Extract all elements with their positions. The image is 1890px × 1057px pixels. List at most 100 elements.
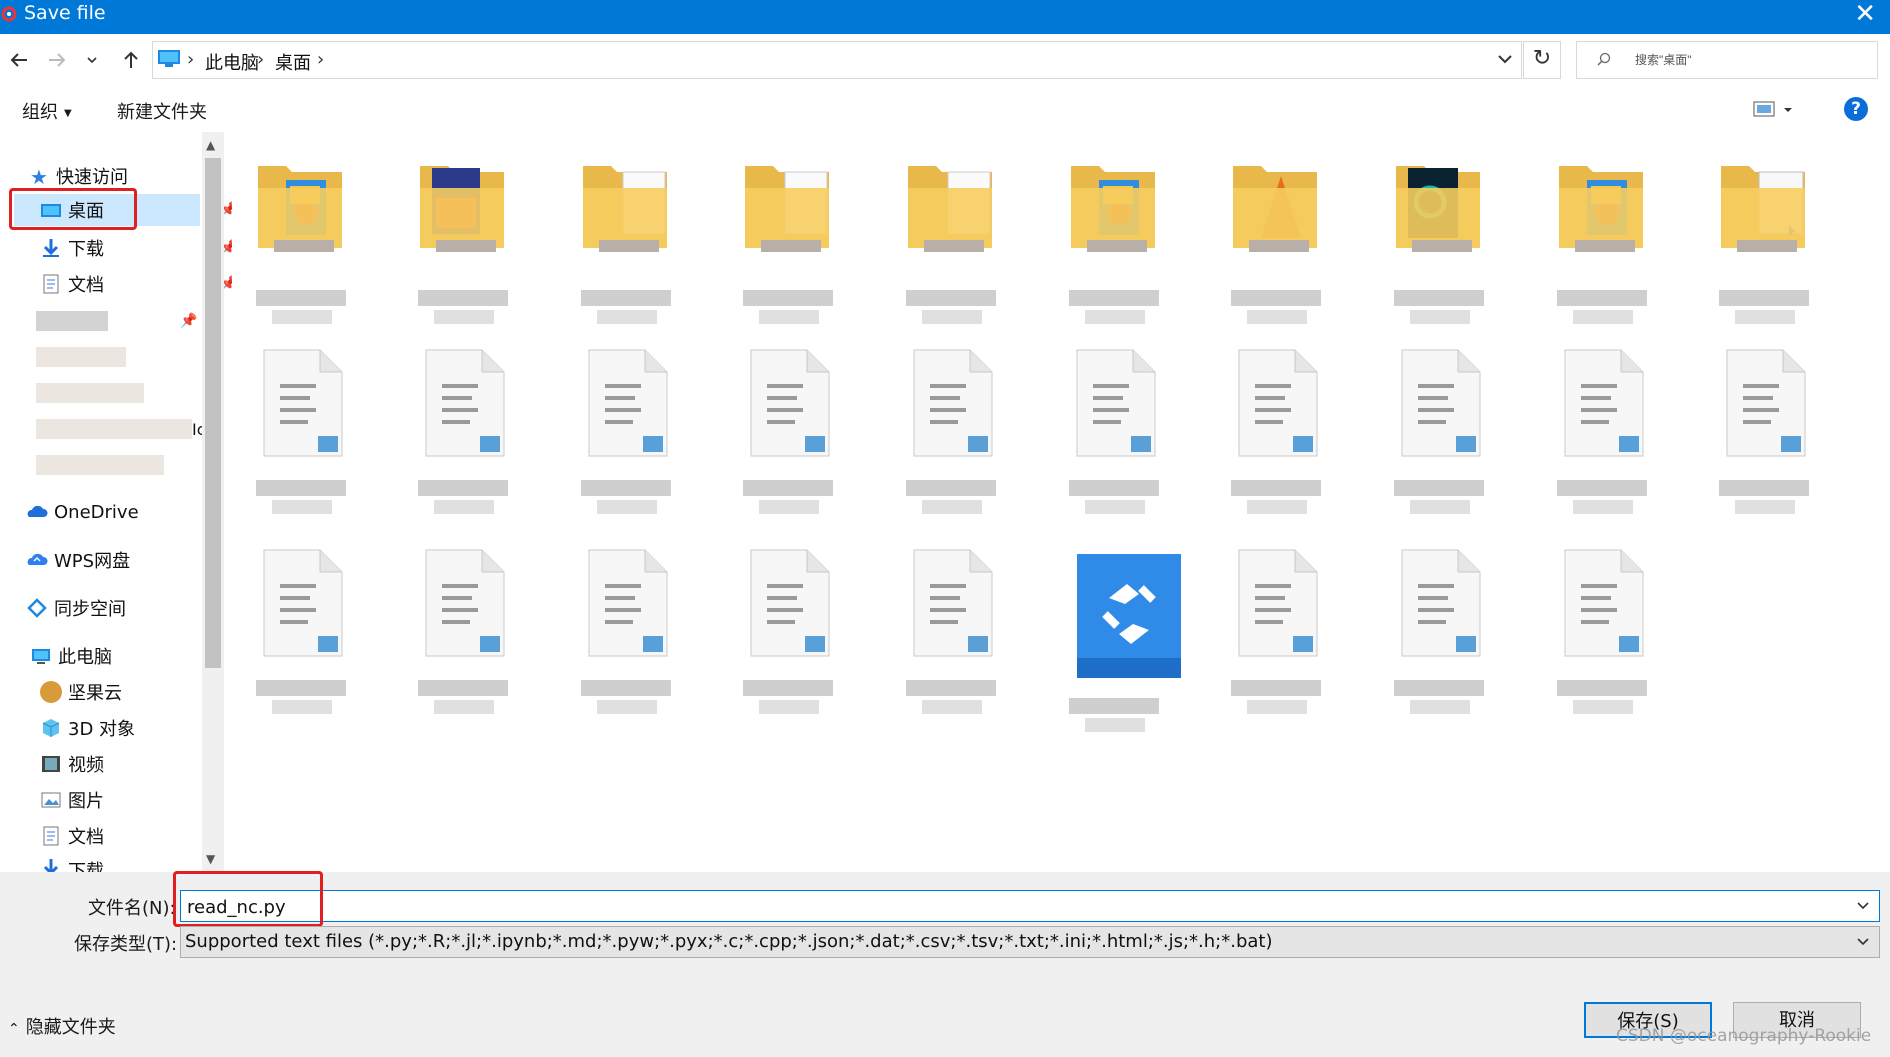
folder-icon bbox=[420, 166, 504, 252]
filename-input[interactable] bbox=[185, 894, 1789, 920]
file-item[interactable] bbox=[888, 548, 1014, 728]
file-item[interactable] bbox=[1051, 348, 1177, 528]
redacted-filename bbox=[581, 680, 671, 696]
folder-item[interactable] bbox=[563, 158, 689, 338]
sidebar-item-jianguoyun[interactable]: 坚果云 bbox=[40, 677, 122, 707]
redacted-filename bbox=[1735, 310, 1795, 324]
sidebar-sync[interactable]: 同步空间 bbox=[26, 593, 126, 623]
forward-button[interactable] bbox=[42, 44, 72, 76]
file-item[interactable] bbox=[400, 548, 526, 728]
hide-folders-toggle[interactable]: ⌃ 隐藏文件夹 bbox=[8, 1013, 116, 1039]
file-item[interactable] bbox=[1539, 348, 1665, 528]
file-item[interactable] bbox=[400, 348, 526, 528]
address-bar[interactable]: › 此电脑 › 桌面 › bbox=[152, 41, 1522, 79]
refresh-button[interactable]: ↻ bbox=[1523, 41, 1561, 79]
sidebar-item-pictures[interactable]: 图片 bbox=[40, 785, 104, 815]
sidebar-item-documents[interactable]: 文档 📌 bbox=[40, 269, 237, 299]
new-folder-button[interactable]: 新建文件夹 bbox=[117, 98, 207, 124]
folder-icon bbox=[745, 166, 829, 252]
file-item[interactable] bbox=[563, 548, 689, 728]
help-button[interactable]: ? bbox=[1844, 97, 1868, 121]
breadcrumb-separator: › bbox=[317, 49, 325, 70]
folder-item[interactable] bbox=[888, 158, 1014, 338]
video-icon bbox=[42, 756, 60, 772]
redacted-filename bbox=[434, 500, 494, 514]
app-icon bbox=[1, 6, 17, 22]
scroll-up-icon[interactable]: ▲ bbox=[206, 138, 215, 152]
redacted-filename bbox=[1557, 290, 1647, 306]
redacted-filename bbox=[1573, 700, 1633, 714]
recent-locations-button[interactable] bbox=[84, 44, 100, 76]
vscode-file-icon bbox=[588, 349, 668, 457]
organize-menu[interactable]: 组织 ▼ bbox=[22, 98, 72, 124]
sidebar-scrollbar[interactable]: ▲ ▼ bbox=[202, 132, 224, 872]
sidebar-item-downloads[interactable]: 下载 📌 bbox=[40, 233, 237, 263]
search-box[interactable] bbox=[1576, 41, 1878, 79]
app-shortcut-item[interactable] bbox=[1051, 548, 1181, 732]
folder-item[interactable] bbox=[1213, 158, 1339, 338]
view-icon bbox=[1753, 101, 1792, 117]
sidebar-onedrive[interactable]: OneDrive bbox=[26, 497, 139, 527]
file-item[interactable] bbox=[563, 348, 689, 528]
sidebar-item-downloads-pc[interactable]: 下载 bbox=[40, 857, 104, 872]
sidebar-item-documents-pc[interactable]: 文档 bbox=[40, 821, 104, 851]
redacted-filename bbox=[581, 290, 671, 306]
redacted-filename bbox=[597, 700, 657, 714]
filename-field[interactable] bbox=[180, 890, 1880, 922]
3d-objects-icon bbox=[42, 719, 60, 737]
sidebar-this-pc[interactable]: 此电脑 bbox=[30, 641, 112, 671]
sidebar-quick-access[interactable]: ★ 快速访问 bbox=[30, 161, 128, 191]
folder-item[interactable] bbox=[725, 158, 851, 338]
redacted-filename bbox=[743, 680, 833, 696]
file-item[interactable] bbox=[1376, 348, 1502, 528]
redacted-filename bbox=[272, 310, 332, 324]
folder-item[interactable] bbox=[1539, 158, 1665, 338]
sidebar-item-3d-objects[interactable]: 3D 对象 bbox=[40, 713, 135, 743]
computer-icon bbox=[32, 649, 50, 664]
file-item[interactable] bbox=[888, 348, 1014, 528]
scroll-down-icon[interactable]: ▼ bbox=[206, 852, 215, 866]
folder-item[interactable] bbox=[238, 158, 364, 338]
file-item[interactable] bbox=[1376, 548, 1502, 728]
folder-item[interactable] bbox=[1051, 158, 1177, 338]
redacted-filename bbox=[1231, 680, 1321, 696]
folder-item[interactable] bbox=[1376, 158, 1502, 338]
redacted-filename bbox=[1573, 310, 1633, 324]
redacted-filename bbox=[759, 500, 819, 514]
back-button[interactable] bbox=[4, 44, 34, 76]
redacted-item bbox=[36, 383, 144, 403]
file-item[interactable] bbox=[1539, 548, 1665, 728]
redacted-item bbox=[36, 347, 126, 367]
file-item[interactable] bbox=[1213, 548, 1339, 728]
breadcrumb-desktop[interactable]: 桌面 bbox=[275, 49, 311, 75]
vscode-file-icon bbox=[1401, 349, 1481, 457]
chevron-down-icon[interactable] bbox=[1855, 897, 1871, 915]
file-item[interactable] bbox=[725, 548, 851, 728]
redacted-filename bbox=[1719, 290, 1809, 306]
up-button[interactable] bbox=[116, 44, 146, 76]
sidebar-item-videos[interactable]: 视频 bbox=[40, 749, 104, 779]
file-item[interactable] bbox=[238, 348, 364, 528]
view-options-button[interactable] bbox=[1752, 98, 1796, 124]
sidebar-wps[interactable]: WPS网盘 bbox=[26, 545, 130, 575]
file-item[interactable] bbox=[238, 548, 364, 728]
redacted-filename bbox=[1557, 480, 1647, 496]
redacted-filename bbox=[1735, 500, 1795, 514]
file-item[interactable] bbox=[1213, 348, 1339, 528]
folder-item[interactable] bbox=[1701, 158, 1827, 338]
folder-item[interactable] bbox=[400, 158, 526, 338]
sidebar-item-label: 此电脑 bbox=[58, 647, 112, 668]
redacted-filename bbox=[418, 680, 508, 696]
close-button[interactable]: ✕ bbox=[1854, 0, 1876, 28]
file-item[interactable] bbox=[1701, 348, 1827, 528]
chevron-down-icon[interactable] bbox=[1497, 50, 1513, 68]
file-item[interactable] bbox=[725, 348, 851, 528]
filetype-select[interactable]: Supported text files (*.py;*.R;*.jl;*.ip… bbox=[180, 926, 1880, 958]
redacted-filename bbox=[1394, 290, 1484, 306]
redacted-filename bbox=[906, 480, 996, 496]
search-input[interactable] bbox=[1633, 48, 1857, 72]
redacted-filename bbox=[256, 290, 346, 306]
breadcrumb-this-pc[interactable]: 此电脑 bbox=[205, 49, 259, 75]
scrollbar-thumb[interactable] bbox=[205, 158, 221, 668]
redacted-filename bbox=[418, 290, 508, 306]
